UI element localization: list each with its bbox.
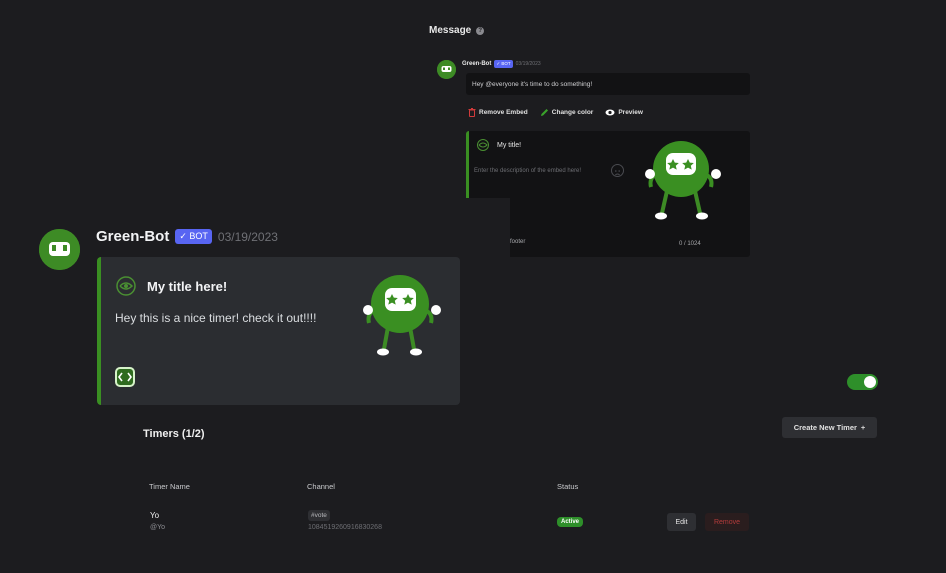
toggle-knob — [864, 376, 876, 388]
emoji-picker-icon[interactable] — [611, 164, 624, 177]
preview-embed-title: My title here! — [147, 279, 228, 294]
editor-actions: Remove Embed Change color Preview — [468, 108, 643, 117]
editor-overlay-gap — [466, 198, 510, 257]
preview-label: Preview — [618, 109, 643, 116]
preview-button[interactable]: Preview — [605, 108, 643, 117]
editor-bot-line: Green-Bot ✓ BOT 03/19/2023 — [462, 60, 541, 68]
column-header-timer-name: Timer Name — [149, 482, 190, 491]
editor-embed-footer[interactable]: footer — [510, 239, 525, 245]
editor-embed-title[interactable]: My title! — [497, 142, 521, 149]
remove-embed-button[interactable]: Remove Embed — [468, 108, 528, 117]
editor-author-icon[interactable] — [476, 138, 490, 152]
timer-mention: @Yo — [150, 524, 166, 531]
create-new-timer-label: Create New Timer — [793, 423, 857, 432]
timer-name: Yo — [150, 511, 160, 520]
help-icon[interactable]: ? — [476, 26, 485, 35]
column-header-status: Status — [557, 482, 579, 491]
message-section-title: Message ? — [429, 25, 485, 36]
timers-title: Timers (1/2) — [143, 428, 205, 440]
plus-icon: + — [860, 423, 866, 432]
status-badge: Active — [557, 517, 584, 527]
column-header-channel: Channel — [307, 482, 335, 491]
change-color-label: Change color — [551, 109, 594, 116]
message-input[interactable]: Hey @everyone it's time to do something! — [466, 73, 750, 95]
eye-icon — [605, 109, 615, 116]
create-new-timer-button[interactable]: Create New Timer + — [782, 417, 877, 438]
preview-footer-icon — [115, 367, 135, 387]
pencil-icon — [540, 109, 548, 116]
message-title-text: Message — [429, 25, 472, 36]
trash-icon — [468, 108, 476, 117]
timer-channel-id: 1084519260916830268 — [308, 524, 382, 531]
remove-embed-label: Remove Embed — [479, 109, 528, 116]
timers-enabled-toggle[interactable] — [847, 374, 878, 390]
editor-embed-description[interactable]: Enter the description of the embed here! — [474, 168, 581, 174]
change-color-button[interactable]: Change color — [540, 108, 594, 117]
timer-channel: #vote — [308, 510, 330, 521]
preview-author-icon — [116, 276, 136, 296]
preview-bot-tag: ✓ BOT — [175, 229, 212, 244]
preview-embed-description: Hey this is a nice timer! check it out!!… — [115, 311, 317, 325]
editor-date: 03/19/2023 — [515, 61, 541, 67]
preview-bot-name: Green-Bot — [96, 228, 170, 245]
editor-bot-name: Green-Bot — [462, 61, 492, 67]
preview-bot-line: Green-Bot ✓ BOT 03/19/2023 — [96, 228, 278, 245]
editor-bot-avatar — [437, 60, 456, 79]
edit-timer-button[interactable]: Edit — [667, 513, 696, 531]
preview-date: 03/19/2023 — [217, 229, 278, 244]
preview-bot-avatar — [39, 229, 80, 270]
remove-timer-button[interactable]: Remove — [705, 513, 749, 531]
editor-bot-tag: ✓ BOT — [494, 60, 513, 68]
preview-mascot-thumbnail — [363, 275, 441, 356]
editor-char-counter: 0 / 1024 — [679, 241, 701, 247]
editor-mascot-thumbnail — [645, 141, 721, 220]
